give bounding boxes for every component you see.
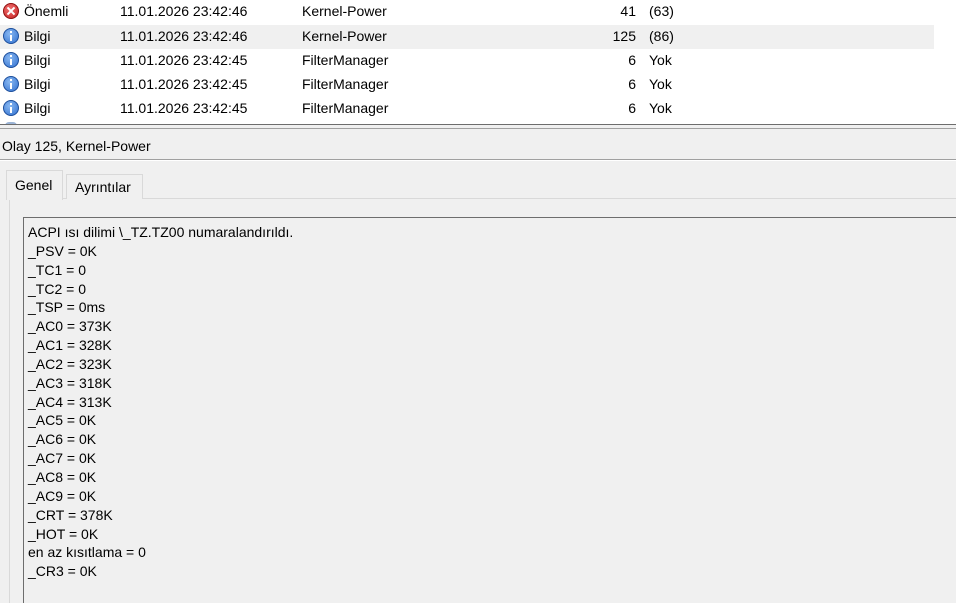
event-id: 41 [620,3,636,19]
event-task: Yok [649,100,672,116]
event-row[interactable]: Bilgi 11.01.2026 23:42:45 FilterManager 6 Yo… [0,49,934,73]
event-task: (86) [649,28,674,44]
event-list[interactable]: Önemli 11.01.2026 23:42:46 Kernel-Power 41 (… [0,0,956,125]
event-task: Yok [649,52,672,68]
event-level: Bilgi [24,28,51,44]
event-row[interactable]: Bilgi 11.01.2026 23:42:46 Kernel-Power 125 (… [0,25,934,49]
event-level: Önemli [24,3,69,19]
error-icon [3,3,19,19]
event-row[interactable]: Önemli 11.01.2026 23:42:46 Kernel-Power 41 (… [0,0,934,24]
event-row[interactable]: Bilgi 11.01.2026 23:42:45 FilterManager 6 Yo… [0,97,934,121]
message-line: _AC8 = 0K [28,468,97,485]
info-icon [3,100,19,116]
event-detail-pane: Olay 125, Kernel-Power Genel Ayrıntılar … [0,129,956,603]
event-source: Kernel-Power [302,3,387,19]
event-level: Bilgi [24,100,51,116]
info-icon [3,76,19,92]
tab-general[interactable]: Genel [6,170,63,200]
event-id: 125 [612,28,636,44]
message-line: _CRT = 378K [28,506,113,523]
event-date: 11.01.2026 23:42:46 [120,3,248,19]
message-line: _TC1 = 0 [28,261,86,278]
event-task: Yok [649,76,672,92]
event-date: 11.01.2026 23:42:46 [120,28,248,44]
message-line: _AC7 = 0K [28,450,97,467]
event-id: 6 [628,76,636,92]
event-source: FilterManager [302,76,389,92]
event-source: FilterManager [302,100,389,116]
message-line: _AC4 = 313K [28,393,112,410]
event-message-lines: ACPI ısı dilimi \_TZ.TZ00 numaralandırıl… [28,223,293,581]
message-line: en az kısıtlama = 0 [28,544,146,561]
info-icon [3,28,19,44]
event-date: 11.01.2026 23:42:45 [120,52,248,68]
event-level: Bilgi [24,76,51,92]
event-message-box[interactable]: ACPI ısı dilimi \_TZ.TZ00 numaralandırıl… [23,217,956,603]
message-line: _AC5 = 0K [28,412,97,429]
event-source: Kernel-Power [302,28,387,44]
info-icon [3,52,19,68]
title-divider [0,159,956,161]
event-source: FilterManager [302,52,389,68]
event-title: Olay 125, Kernel-Power [2,138,151,154]
message-line: _TSP = 0ms [28,299,106,316]
message-line: _AC2 = 323K [28,355,112,372]
event-id: 6 [628,100,636,116]
message-line: ACPI ısı dilimi \_TZ.TZ00 numaralandırıl… [28,224,294,240]
event-date: 11.01.2026 23:42:45 [120,100,248,116]
message-line: _PSV = 0K [28,242,97,259]
tab-general-label: Genel [15,177,53,193]
message-line: _AC6 = 0K [28,431,97,448]
event-id: 6 [628,52,636,68]
event-level: Bilgi [24,52,51,68]
message-line: _AC1 = 328K [28,337,112,354]
tab-details[interactable]: Ayrıntılar [66,174,143,199]
event-task: (63) [649,3,674,19]
message-line: _TC2 = 0 [28,280,86,297]
tab-details-label: Ayrıntılar [75,179,131,195]
message-line: _CR3 = 0K [28,563,97,580]
message-line: _AC3 = 318K [28,374,112,391]
message-line: _AC0 = 373K [28,318,112,335]
message-line: _HOT = 0K [28,525,99,542]
event-row[interactable]: Bilgi 11.01.2026 23:42:45 FilterManager 6 Yo… [0,73,934,97]
event-date: 11.01.2026 23:42:45 [120,76,248,92]
message-line: _AC9 = 0K [28,487,97,504]
